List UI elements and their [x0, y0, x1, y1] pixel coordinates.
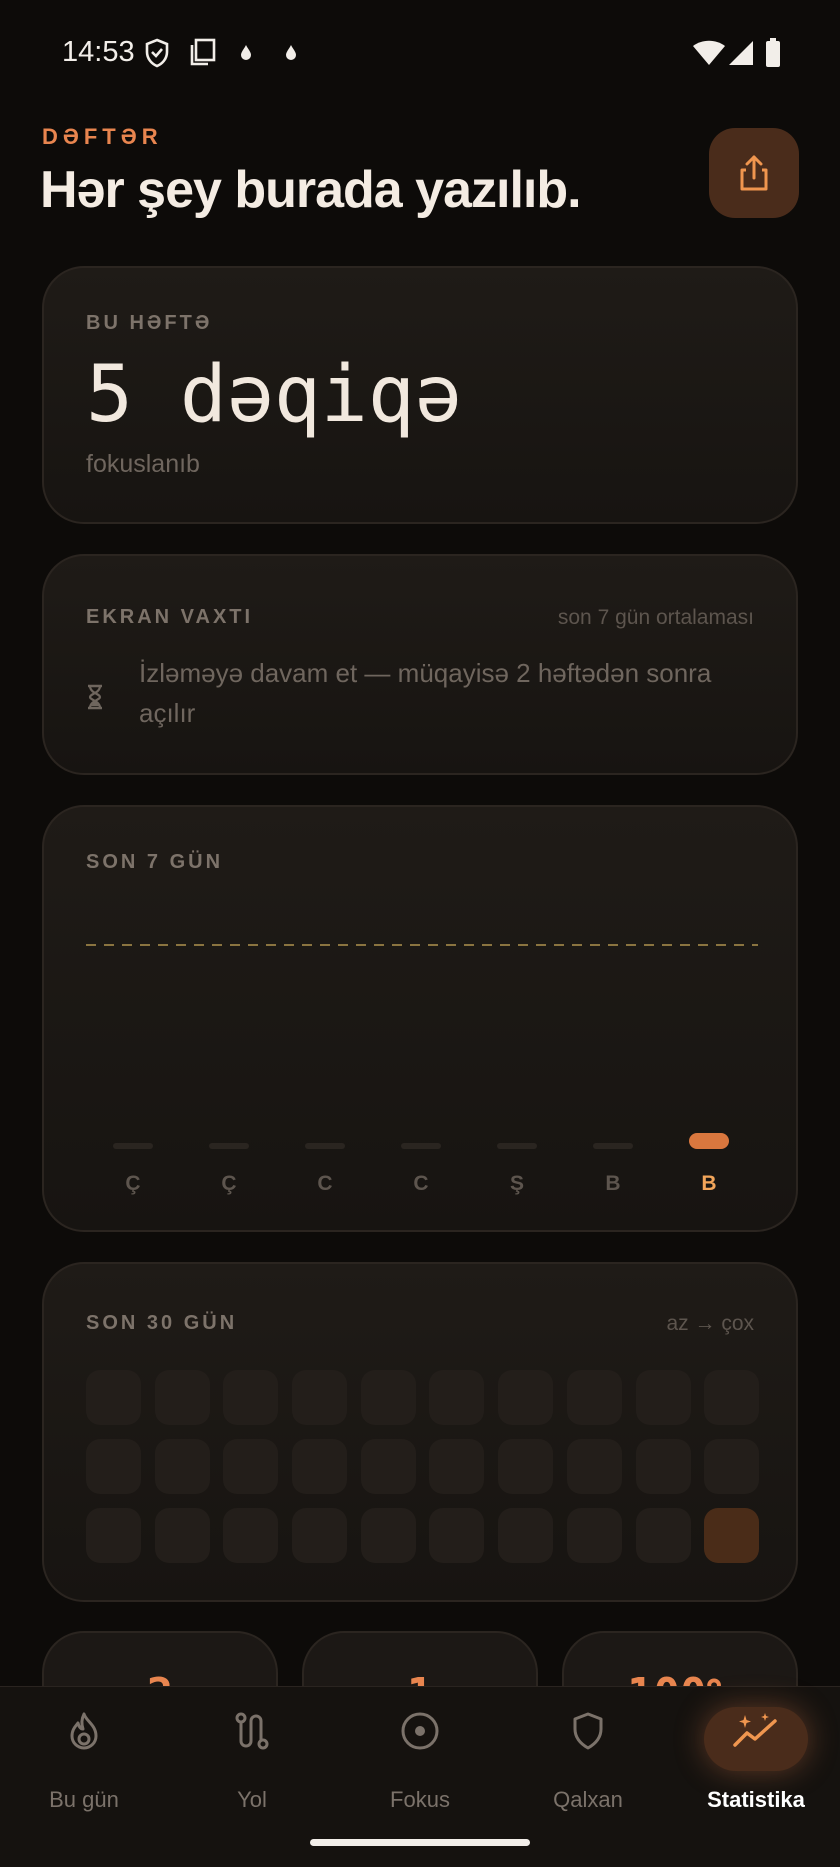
- heatmap-cell: [429, 1439, 485, 1494]
- shield-icon: [573, 1712, 603, 1750]
- nav-label: Qalxan: [553, 1787, 623, 1812]
- chart-tick-label: B: [701, 1172, 716, 1195]
- chart-bar: [497, 1143, 537, 1149]
- week-focus-value: 5 dəqiqə: [86, 350, 462, 440]
- nav-item-statistics[interactable]: Statistika: [672, 1687, 840, 1817]
- heatmap-cell: [360, 1508, 416, 1563]
- heatmap-cell: [566, 1370, 622, 1425]
- heatmap-cell: [86, 1370, 141, 1425]
- sparkle-chart-icon: [733, 1713, 777, 1747]
- heatmap-cell: [86, 1439, 141, 1494]
- heatmap-cell: [566, 1439, 622, 1494]
- home-indicator: [310, 1839, 530, 1846]
- battery-icon: [766, 38, 780, 67]
- chart-tick-label: C: [413, 1172, 428, 1195]
- screen-time-message: İzləməyə davam et — müqayisə 2 həftədən …: [139, 658, 712, 728]
- heatmap-cell: [704, 1508, 760, 1563]
- chart-bar: [113, 1143, 153, 1149]
- nav-label: Bu gün: [49, 1787, 119, 1812]
- screen-time-label: EKRAN VAXTI: [86, 606, 254, 628]
- nav-item-shield[interactable]: Qalxan: [504, 1687, 672, 1817]
- week-summary-card: BU HƏFTƏ 5 dəqiqə fokuslanıb: [42, 266, 798, 524]
- heatmap-cell: [429, 1508, 485, 1563]
- heatmap-cell: [566, 1508, 622, 1563]
- flame-icon: [70, 1712, 98, 1750]
- drop-icon: [286, 45, 296, 60]
- chart-bar: [305, 1143, 345, 1149]
- heatmap-cell: [154, 1508, 210, 1563]
- nav-item-path[interactable]: Yol: [168, 1687, 336, 1817]
- heatmap-cell: [498, 1508, 554, 1563]
- heatmap-cell: [360, 1439, 416, 1494]
- nav-label: Statistika: [707, 1787, 805, 1812]
- heatmap-cell: [86, 1508, 141, 1563]
- heatmap-cell: [292, 1439, 348, 1494]
- share-icon: [740, 155, 768, 191]
- route-icon: [235, 1712, 269, 1750]
- heatmap-cell: [498, 1439, 554, 1494]
- heatmap-cell: [360, 1370, 416, 1425]
- share-button[interactable]: [709, 128, 799, 218]
- chart-tick-label: Ç: [125, 1172, 140, 1195]
- chart-tick-label: Ç: [221, 1172, 236, 1195]
- heatmap-cell: [223, 1439, 279, 1494]
- nav-item-focus[interactable]: Fokus: [336, 1687, 504, 1817]
- week-focus-subtitle: fokuslanıb: [86, 450, 200, 478]
- seven-day-chart-card: SON 7 GÜN ÇÇCCŞBB: [42, 805, 798, 1232]
- page-title: Hər şey burada yazılıb.: [40, 161, 582, 219]
- chart-tick-label: B: [605, 1172, 620, 1195]
- heatmap-cell: [635, 1508, 691, 1563]
- heatmap-cell: [154, 1370, 210, 1425]
- heatmap-cell: [635, 1370, 691, 1425]
- chart-tick-label: Ş: [510, 1172, 524, 1195]
- chart-bar: [401, 1143, 441, 1149]
- screen-time-card: EKRAN VAXTI son 7 gün ortalaması İzləməy…: [42, 554, 798, 775]
- heatmap-legend: az → çox: [666, 1312, 754, 1335]
- nav-label: Fokus: [390, 1787, 450, 1812]
- shield-check-icon: [145, 38, 169, 68]
- heatmap-cell: [704, 1439, 760, 1494]
- wifi-icon: [693, 40, 725, 65]
- seven-day-bar-chart: ÇÇCCŞBB: [86, 944, 758, 1195]
- thirty-day-heatmap-card: SON 30 GÜN az → çox: [42, 1262, 798, 1602]
- heatmap-cell: [704, 1370, 760, 1425]
- heatmap-label: SON 30 GÜN: [86, 1312, 238, 1334]
- heatmap-cell: [154, 1439, 210, 1494]
- heatmap-cell: [635, 1439, 691, 1494]
- chart-bar: [689, 1133, 729, 1149]
- week-label: BU HƏFTƏ: [86, 312, 213, 334]
- heatmap-cell: [498, 1370, 554, 1425]
- heatmap-cell: [292, 1370, 348, 1425]
- heatmap-cell: [223, 1370, 279, 1425]
- heatmap-grid: [86, 1370, 760, 1563]
- signal-icon: [729, 41, 753, 65]
- screen-time-aside: son 7 gün ortalaması: [557, 606, 754, 629]
- heatmap-cell: [292, 1508, 348, 1563]
- chart-bar: [209, 1143, 249, 1149]
- drop-icon: [241, 45, 251, 60]
- nav-label: Yol: [237, 1787, 267, 1812]
- status-time: 14:53: [62, 36, 135, 68]
- hourglass-icon: [88, 684, 102, 710]
- section-eyebrow: DƏFTƏR: [42, 124, 163, 149]
- nav-item-today[interactable]: Bu gün: [0, 1687, 168, 1817]
- chart-bar: [593, 1143, 633, 1149]
- status-bar: 14:53: [0, 0, 840, 108]
- chart-tick-label: C: [317, 1172, 332, 1195]
- heatmap-cell: [223, 1508, 279, 1563]
- target-icon: [401, 1712, 439, 1750]
- copy-icon: [190, 38, 216, 66]
- heatmap-cell: [429, 1370, 485, 1425]
